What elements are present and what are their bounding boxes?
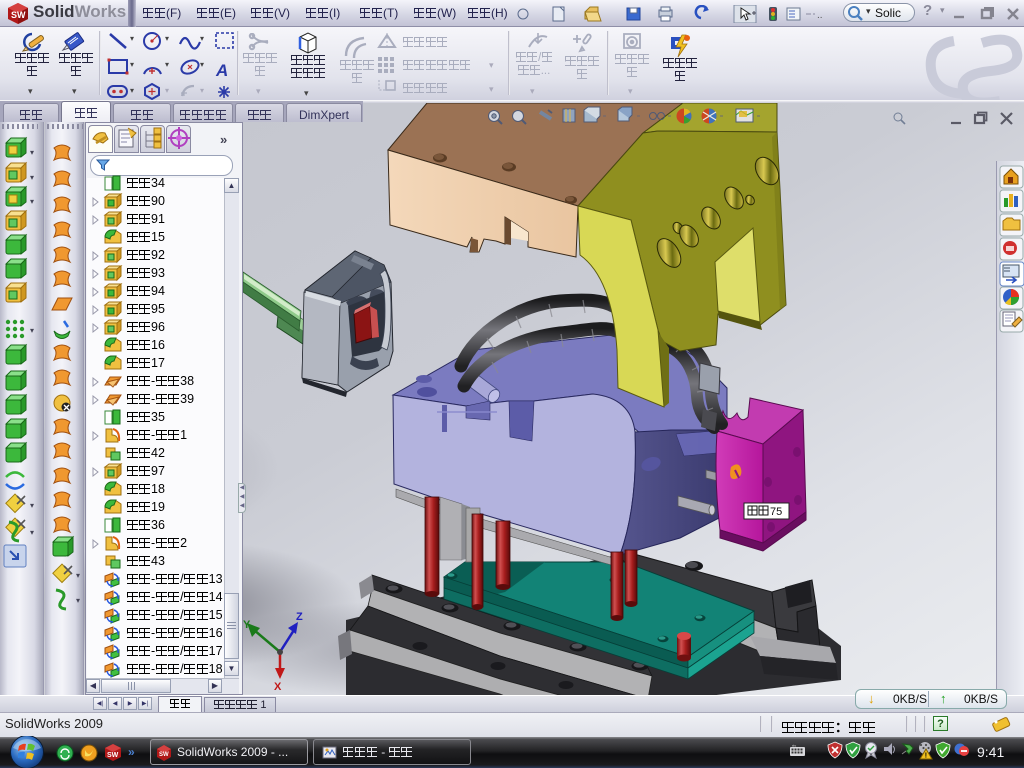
svg-text:SW: SW: [159, 752, 169, 758]
svg-text:Y: Y: [243, 619, 251, 631]
svg-text:!: !: [925, 753, 927, 760]
svg-text:▾: ▾: [76, 596, 80, 605]
svg-text:▾: ▾: [30, 148, 34, 157]
svg-text:abc: abc: [792, 744, 797, 748]
svg-text:X: X: [274, 681, 282, 693]
svg-text:SW: SW: [11, 10, 26, 20]
svg-text:▾: ▾: [30, 197, 34, 206]
svg-text:▾: ▾: [30, 173, 34, 182]
svg-text:▾: ▾: [30, 528, 34, 537]
svg-text:SW: SW: [107, 752, 119, 759]
svg-text:A: A: [215, 61, 228, 80]
svg-text:75: 75: [770, 506, 782, 518]
svg-text:▾: ▾: [30, 326, 34, 335]
svg-text:▾: ▾: [76, 571, 80, 580]
svg-text:Z: Z: [296, 611, 303, 623]
svg-text:»: »: [128, 745, 135, 759]
svg-text:▾: ▾: [30, 501, 34, 510]
svg-text:..: ..: [817, 10, 823, 21]
